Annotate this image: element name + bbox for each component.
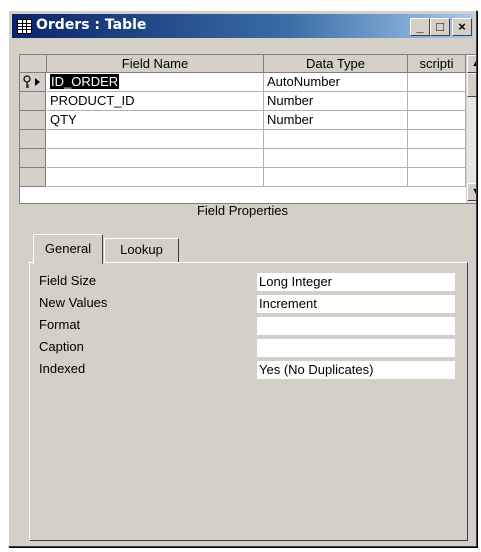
column-header-description[interactable]: scripti: [408, 55, 466, 73]
minimize-button[interactable]: _: [410, 18, 430, 36]
cell-field-name[interactable]: [47, 168, 264, 187]
cell-description[interactable]: [408, 130, 466, 149]
property-label: New Values: [39, 295, 108, 310]
caption-input[interactable]: [257, 339, 455, 357]
arrow-up-icon: ▲: [472, 58, 476, 68]
cell-field-name[interactable]: [47, 149, 264, 168]
general-properties-panel: Field Size Long Integer New Values Incre…: [29, 262, 468, 541]
row-selector[interactable]: [20, 111, 46, 130]
row-selector[interactable]: [20, 149, 46, 168]
table-design-window: Orders : Table _ □ × Field Name Data Typ…: [8, 10, 477, 547]
row-selector[interactable]: [20, 168, 46, 187]
column-header-field-name[interactable]: Field Name: [47, 55, 264, 73]
row-selector[interactable]: [20, 73, 46, 92]
tab-general[interactable]: General: [33, 234, 103, 264]
cell-data-type[interactable]: [264, 149, 408, 168]
cell-description[interactable]: [408, 111, 466, 130]
cell-field-name[interactable]: PRODUCT_ID: [47, 92, 264, 111]
title-bar[interactable]: Orders : Table _ □ ×: [12, 14, 473, 38]
cell-data-type[interactable]: Number: [264, 92, 408, 111]
arrow-down-icon: ▼: [472, 186, 476, 196]
format-input[interactable]: [257, 317, 455, 335]
cell-data-type[interactable]: AutoNumber: [264, 73, 408, 92]
row-selector[interactable]: [20, 92, 46, 111]
cell-description[interactable]: [408, 168, 466, 187]
property-label: Caption: [39, 339, 84, 354]
cell-data-type[interactable]: [264, 168, 408, 187]
row-selector[interactable]: [20, 130, 46, 149]
indexed-input[interactable]: Yes (No Duplicates): [257, 361, 455, 379]
scroll-thumb[interactable]: [467, 73, 476, 97]
scroll-up-button[interactable]: ▲: [467, 55, 476, 73]
cell-description[interactable]: [408, 73, 466, 92]
maximize-button[interactable]: □: [430, 18, 450, 36]
row-pointer-icon: [35, 78, 40, 86]
column-header-data-type[interactable]: Data Type: [264, 55, 408, 73]
table-grid-icon: [17, 19, 32, 34]
field-size-input[interactable]: Long Integer: [257, 273, 455, 291]
cell-field-name[interactable]: [47, 130, 264, 149]
window-title: Orders : Table: [36, 17, 147, 33]
scroll-down-button[interactable]: ▼: [467, 183, 476, 201]
new-values-input[interactable]: Increment: [257, 295, 455, 313]
row-selector-header: [20, 55, 47, 73]
cell-description[interactable]: [408, 149, 466, 168]
cell-description[interactable]: [408, 92, 466, 111]
property-label: Field Size: [39, 273, 97, 288]
key-icon: [23, 75, 40, 88]
property-label: Indexed: [39, 361, 86, 376]
cell-data-type[interactable]: Number: [264, 111, 408, 130]
cell-field-name[interactable]: ID_ORDER: [47, 73, 264, 92]
cell-field-name[interactable]: QTY: [47, 111, 264, 130]
close-button[interactable]: ×: [452, 18, 472, 36]
field-grid: Field Name Data Type scripti ID_ORDER Au…: [19, 54, 476, 204]
tab-lookup[interactable]: Lookup: [104, 238, 179, 262]
field-properties-title: Field Properties: [196, 203, 289, 218]
property-label: Format: [39, 317, 81, 332]
cell-data-type[interactable]: [264, 130, 408, 149]
vertical-scrollbar[interactable]: ▲ ▼: [466, 55, 476, 203]
